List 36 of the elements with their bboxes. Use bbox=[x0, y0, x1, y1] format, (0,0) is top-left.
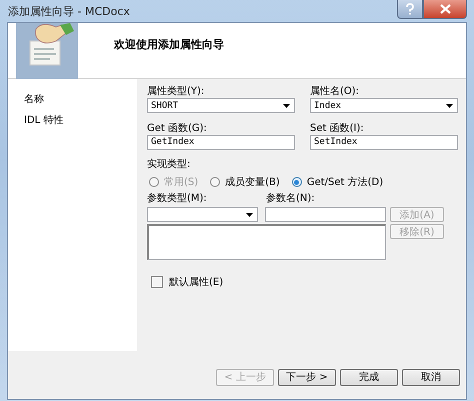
parameter-type-dropdown[interactable] bbox=[147, 207, 258, 222]
radio-label: 成员变量(B) bbox=[225, 176, 280, 189]
property-name-dropdown[interactable]: Index bbox=[310, 98, 458, 113]
parameter-list[interactable] bbox=[147, 224, 386, 260]
wizard-button[interactable]: 取消 bbox=[402, 368, 460, 386]
default-property-checkbox[interactable]: 默认属性(E) bbox=[151, 275, 224, 289]
caret-icon bbox=[246, 212, 253, 216]
field-label: Get 函数(G): bbox=[147, 122, 207, 135]
help-button[interactable] bbox=[397, 0, 423, 19]
wizard-heading: 欢迎使用添加属性向导 bbox=[114, 37, 224, 52]
field-label: 属性类型(Y): bbox=[147, 85, 204, 98]
parameter-name-field[interactable] bbox=[265, 207, 386, 222]
radio-label: Get/Set 方法(D) bbox=[306, 176, 384, 189]
field-label: 属性名(O): bbox=[310, 85, 360, 98]
step-item[interactable]: 名称 bbox=[24, 92, 44, 106]
property-type-dropdown[interactable]: SHORT bbox=[147, 98, 295, 113]
get-function-field[interactable]: GetIndex bbox=[147, 135, 295, 150]
radio-label: 常用(S) bbox=[164, 176, 198, 189]
wizard-button[interactable]: 完成 bbox=[340, 368, 398, 386]
radio-circle[interactable] bbox=[292, 177, 302, 187]
set-function-field[interactable]: SetIndex bbox=[310, 135, 458, 150]
field-label: 参数类型(M): bbox=[147, 192, 208, 205]
wizard-button[interactable]: 下一步 > bbox=[278, 368, 336, 386]
caret-icon bbox=[446, 104, 453, 108]
group-label: 实现类型: bbox=[147, 158, 190, 171]
field-label: Set 函数(I): bbox=[310, 122, 364, 135]
close-button[interactable] bbox=[423, 0, 467, 19]
field-label: 参数名(N): bbox=[266, 192, 316, 205]
close-icon bbox=[440, 4, 450, 14]
window-title: 添加属性向导 - MCDocx bbox=[7, 4, 130, 18]
help-icon bbox=[405, 3, 415, 15]
radio-option[interactable]: 成员变量(B) bbox=[210, 175, 280, 189]
radio-circle[interactable] bbox=[210, 177, 220, 187]
radio-option[interactable]: Get/Set 方法(D) bbox=[292, 175, 384, 189]
step-item[interactable]: IDL 特性 bbox=[24, 113, 64, 127]
caret-icon bbox=[283, 104, 290, 108]
